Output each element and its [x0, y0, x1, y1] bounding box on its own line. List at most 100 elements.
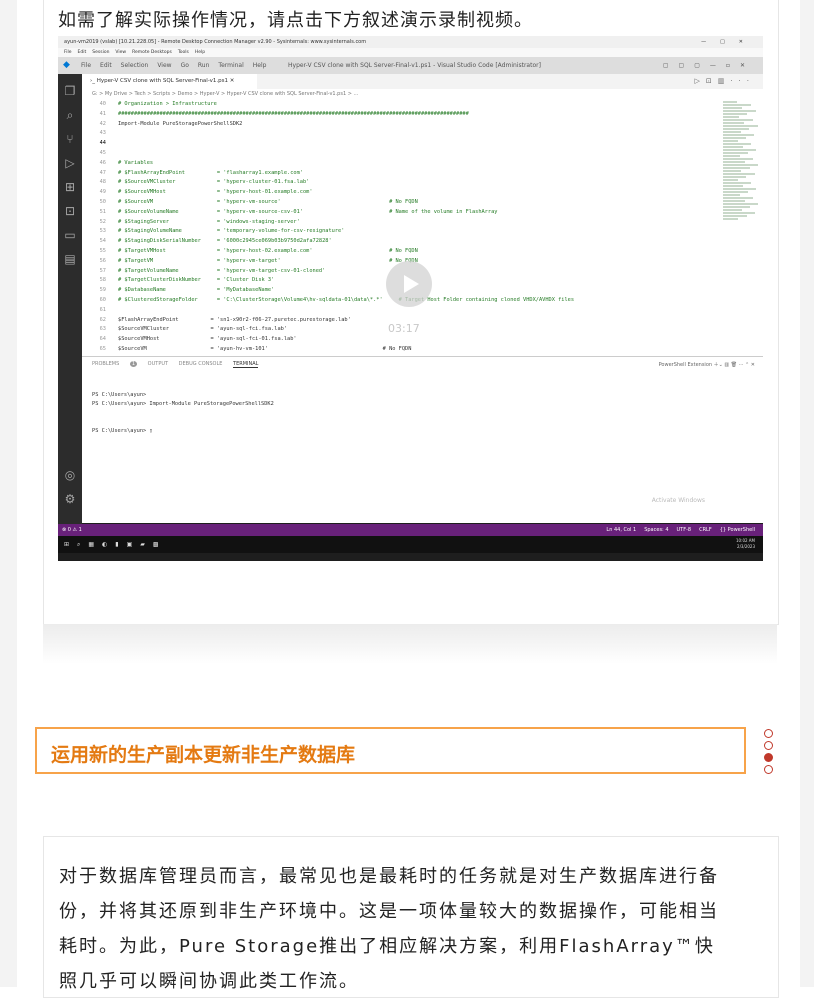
code-line: 41 ######################################… — [82, 110, 722, 120]
vscode-window-controls: ▢▢▢—▫✕ — [662, 62, 755, 69]
code-text: # Variables — [118, 159, 154, 166]
line-number: 54 — [99, 238, 106, 245]
rd-menu-file: File — [64, 50, 72, 55]
text-card: 对于数据库管理员而言，最常见也是最耗时的任务就是对生产数据库进行备 份，并将其还… — [43, 836, 779, 998]
code-line: 51 # $SourceVolumeName = 'hyperv-vm-sourc… — [82, 208, 722, 218]
status-right: Ln 44, Col 1 Spaces: 4 UTF-8 CRLF {} PowerSh… — [598, 524, 755, 536]
powershell-icon: ⊡ — [64, 204, 76, 218]
settings-gear-icon: ⚙ — [64, 492, 76, 506]
paragraph-line: 对于数据库管理员而言，最常见也是最耗时的任务就是对生产数据库进行备 — [59, 866, 719, 887]
status-encoding: UTF-8 — [676, 527, 692, 533]
tab-output: OUTPUT — [147, 361, 169, 367]
code-text: ########################################… — [118, 110, 469, 117]
taskbar-clock: 10:02 AM 2/3/2023 — [736, 538, 755, 550]
line-number: 64 — [99, 336, 106, 343]
code-text: # $TargetVM = 'hyperv-vm-target' # No FQ… — [118, 257, 418, 264]
window-controls: —□✕ — [701, 39, 757, 45]
code-line: 43 — [82, 129, 722, 139]
code-text: # Organization > Infrastructure — [118, 101, 217, 107]
tab-terminal: TERMINAL — [233, 361, 259, 368]
line-number: 51 — [99, 208, 106, 215]
vscode-title-bar: ◆ File Edit Selection View Go Run Terminal Help… — [58, 57, 763, 74]
code-line: 54 # $StagingDiskSerialNumber = '6000c294… — [82, 237, 722, 247]
rd-menu-help: Help — [194, 50, 206, 55]
code-text: # $StagingDiskSerialNumber = '6000c2945c… — [118, 238, 332, 245]
line-number: 62 — [99, 316, 106, 323]
line-number: 55 — [99, 247, 106, 254]
code-text: $SourceVMCluster = 'ayun-sql-fci.fsa.lab… — [118, 326, 288, 333]
panel-actions: PowerShell Extension ＋⌄ ▥ 🗑 ··· ⌃ ✕ — [658, 362, 755, 368]
card-shadow — [43, 624, 777, 664]
code-text: # $StagingVolumeName = 'temporary-volume… — [118, 228, 345, 235]
code-line: 46 # Variables — [82, 159, 722, 169]
code-line: 53 # $StagingVolumeName = 'temporary-volu… — [82, 227, 722, 237]
status-language: {} PowerShell — [719, 527, 755, 533]
line-number: 41 — [99, 110, 106, 117]
code-text: $FlashArrayEndPoint = 'sn1-x90r2-f06-27.… — [118, 316, 351, 323]
section-heading-box: 运用新的生产副本更新非生产数据库 — [35, 727, 746, 774]
paragraph-line: 照几乎可以瞬间协调此类工作流。 — [59, 971, 359, 992]
code-text: # $StagingServer = 'windows-staging-serv… — [118, 218, 300, 225]
code-line: 44 — [82, 139, 722, 149]
body-paragraph: 对于数据库管理员而言，最常见也是最耗时的任务就是对生产数据库进行备 份，并将其还… — [59, 859, 763, 999]
line-number: 47 — [99, 169, 106, 176]
menu-file: File — [81, 62, 92, 69]
vscode-window-title: Hyper-V CSV clone with SQL Server-Final-… — [288, 62, 541, 69]
play-button — [386, 261, 432, 307]
code-text: # $TargetVMHost = 'hyperv-host-02.exampl… — [118, 247, 418, 254]
menu-selection: Selection — [120, 62, 149, 69]
editor-tab-bar: ›_ Hyper-V CSV clone with SQL Server-Fin… — [82, 74, 763, 89]
minimap — [723, 100, 759, 230]
activate-windows-watermark: Activate Windows — [651, 497, 705, 504]
menu-edit: Edit — [100, 62, 112, 69]
terminal-line: PS C:\Users\ayun> ▯ — [92, 428, 153, 434]
menu-view: View — [157, 62, 172, 69]
code-text: # $SourceVMCluster = 'hyperv-cluster-01.… — [118, 179, 310, 186]
line-number: 61 — [99, 306, 106, 313]
code-text: # $ClusteredStorageFolder = 'C:\ClusterS… — [118, 296, 575, 303]
line-number: 46 — [99, 159, 106, 166]
tab-problems: PROBLEMS 1 — [92, 361, 138, 367]
code-text: # $FlashArrayEndPoint = 'flasharray1.exa… — [118, 169, 303, 176]
rdcman-menu: File Edit Session View Remote Desktops Tools H… — [58, 48, 763, 57]
menu-help: Help — [252, 62, 267, 69]
code-editor: ›_ Hyper-V CSV clone with SQL Server-Fin… — [82, 74, 763, 356]
code-text: $SourceVM = 'ayun-hv-vm-101' # No FQDN — [118, 345, 412, 352]
paragraph-line: 耗时。为此，Pure Storage推出了相应解决方案，利用FlashArray… — [59, 936, 715, 957]
line-number: 60 — [99, 296, 106, 303]
line-number: 53 — [99, 228, 106, 235]
rdcman-title-bar: ayun-vm2019 (vslab) [10.21.228.05] - Rem… — [58, 36, 763, 48]
left-gutter — [0, 0, 17, 987]
line-number: 59 — [99, 287, 106, 294]
terminal-line: PS C:\Users\ayun> Import-Module PureStor… — [92, 401, 274, 407]
menu-go: Go — [180, 62, 189, 69]
line-number: 48 — [99, 179, 106, 186]
code-line: 55 # $TargetVMHost = 'hyperv-host-02.exam… — [82, 247, 722, 257]
code-line: 42 Import-Module PureStoragePowerShellSDK… — [82, 120, 722, 130]
status-position: Ln 44, Col 1 — [606, 527, 637, 533]
code-line: 47 # $FlashArrayEndPoint = 'flasharray1.e… — [82, 169, 722, 179]
code-text: # $TargetClusterDiskNumber = 'Cluster Di… — [118, 277, 275, 284]
demo-video[interactable]: ayun-vm2019 (vslab) [10.21.228.05] - Rem… — [58, 36, 763, 561]
account-icon: ◎ — [64, 468, 76, 482]
search-icon: ⌕ — [66, 108, 74, 122]
rd-menu-session: Session — [92, 50, 110, 55]
rd-menu-remote-desktops: Remote Desktops — [132, 50, 172, 55]
panel-tabs: PROBLEMS 1 OUTPUT DEBUG CONSOLE TERMINAL — [92, 361, 267, 368]
status-bar: ⊗ 0 ⚠ 1 Ln 44, Col 1 Spaces: 4 UTF-8 CRLF {}… — [58, 524, 763, 536]
dot-1 — [764, 729, 773, 738]
menu-run: Run — [197, 62, 210, 69]
section-dots-decoration — [764, 729, 774, 777]
line-number: 40 — [99, 101, 106, 107]
line-number: 58 — [99, 277, 106, 284]
code-line: 65 $SourceVM = 'ayun-hv-vm-101' # No FQDN — [82, 345, 722, 355]
run-debug-icon: ▷ — [65, 156, 75, 170]
code-text: # $TargetVolumeName = 'hyperv-vm-target-… — [118, 267, 326, 274]
dot-2 — [764, 741, 773, 750]
breadcrumb: G: > My Drive > Tech > Scripts > Demo > … — [92, 91, 359, 97]
rd-menu-edit: Edit — [77, 50, 87, 55]
menu-terminal: Terminal — [218, 62, 244, 69]
clock-time: 10:02 AM — [736, 538, 755, 543]
right-gutter — [800, 0, 814, 987]
